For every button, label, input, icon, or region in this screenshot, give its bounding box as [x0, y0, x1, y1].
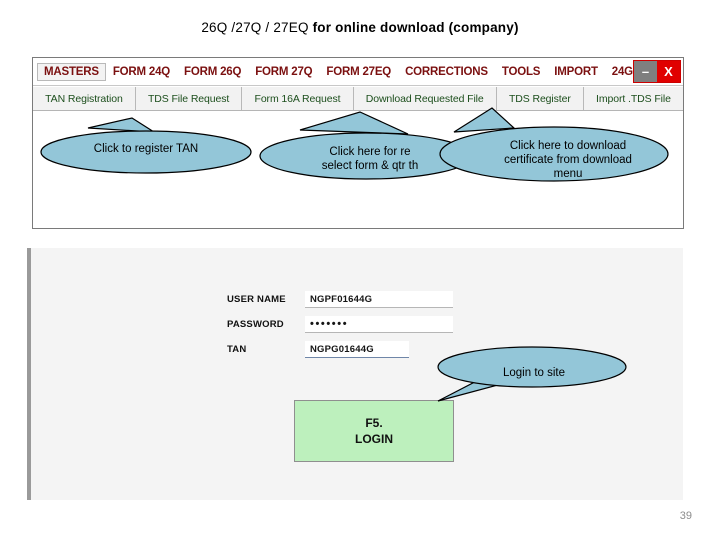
menu-item-tools[interactable]: TOOLS [495, 63, 547, 81]
page-title: 26Q /27Q / 27EQ for online download (com… [0, 20, 720, 35]
menu-item-form-27q[interactable]: FORM 27Q [248, 63, 319, 81]
page-title-bold: for online download (company) [312, 20, 519, 35]
menu-item-corrections[interactable]: CORRECTIONS [398, 63, 495, 81]
toolbar-button-tds-register[interactable]: TDS Register [496, 87, 584, 110]
tan-input[interactable]: NGPG01644G [305, 341, 409, 358]
tan-label: TAN [227, 344, 247, 355]
toolbar-button-tan-registration[interactable]: TAN Registration [33, 87, 136, 110]
menu-item-form-26q[interactable]: FORM 26Q [177, 63, 248, 81]
menu-item-masters[interactable]: MASTERS [37, 62, 106, 81]
menu-item-import[interactable]: IMPORT [547, 63, 605, 81]
menu-item-form-27eq[interactable]: FORM 27EQ [319, 63, 398, 81]
password-label: PASSWORD [227, 319, 284, 330]
callout-download-certificate: Click here to download certificate from … [439, 107, 672, 184]
form-row-password: PASSWORD ••••••• [227, 315, 477, 334]
toolbar-button-tds-file-request[interactable]: TDS File Request [135, 87, 243, 110]
login-button[interactable]: F5. LOGIN [294, 400, 454, 462]
form-row-username: USER NAME NGPF01644G [227, 290, 477, 309]
window-controls: – X [633, 60, 681, 83]
callout-bubble-shape [437, 346, 627, 402]
login-button-label: LOGIN [355, 432, 393, 446]
callout-register-tan: Click to register TAN [36, 117, 256, 180]
callout-bubble-shape [40, 117, 252, 174]
callout-bubble-shape [439, 107, 669, 182]
toolbar-button-download-requested-file[interactable]: Download Requested File [353, 87, 497, 110]
login-button-shortcut: F5. [365, 415, 383, 430]
page-title-light: 26Q /27Q / 27EQ [201, 20, 313, 35]
menu-bar: MASTERS FORM 24Q FORM 26Q FORM 27Q FORM … [33, 58, 683, 86]
minimize-icon[interactable]: – [634, 61, 657, 82]
toolbar-button-form-16a-request[interactable]: Form 16A Request [242, 87, 354, 110]
username-input[interactable]: NGPF01644G [305, 291, 453, 308]
menu-item-form-24q[interactable]: FORM 24Q [106, 63, 177, 81]
close-icon[interactable]: X [657, 61, 680, 82]
callout-login-to-site: Login to site [436, 345, 632, 402]
username-label: USER NAME [227, 294, 286, 305]
password-input[interactable]: ••••••• [305, 316, 453, 333]
toolbar-button-import-tds-file[interactable]: Import .TDS File [583, 87, 683, 110]
page-number: 39 [679, 510, 692, 522]
